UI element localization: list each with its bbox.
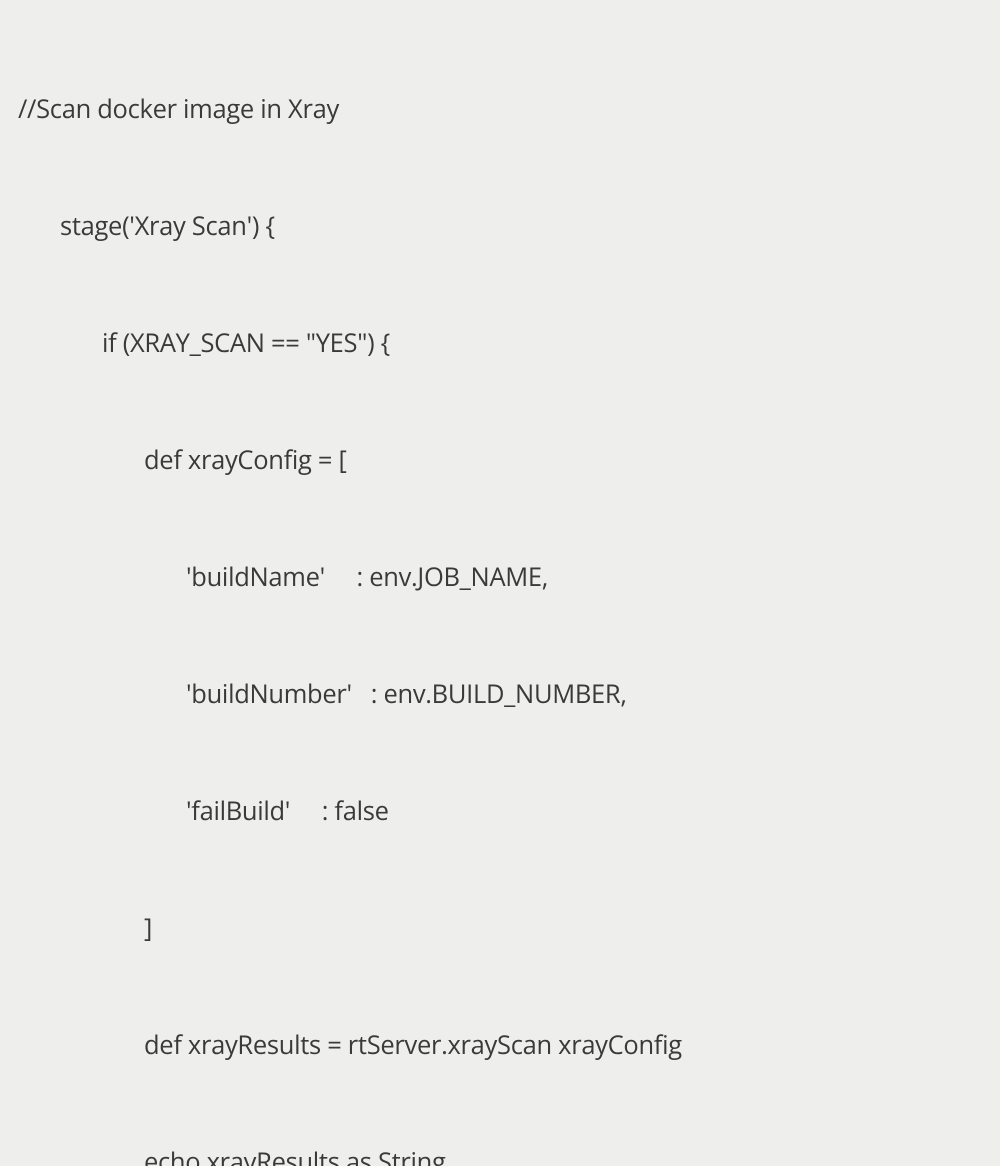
code-line: ]	[18, 909, 982, 948]
code-line: stage('Xray Scan') {	[18, 207, 982, 246]
code-block: //Scan docker image in Xray stage('Xray …	[18, 12, 982, 1166]
code-line: //Scan docker image in Xray	[18, 90, 982, 129]
code-line: if (XRAY_SCAN == "YES") {	[18, 324, 982, 363]
code-line: echo xrayResults as String	[18, 1143, 982, 1166]
code-line: def xrayConfig = [	[18, 441, 982, 480]
code-line: 'buildName' : env.JOB_NAME,	[18, 558, 982, 597]
code-line: 'buildNumber' : env.BUILD_NUMBER,	[18, 675, 982, 714]
code-line: def xrayResults = rtServer.xrayScan xray…	[18, 1026, 982, 1065]
code-line: 'failBuild' : false	[18, 792, 982, 831]
